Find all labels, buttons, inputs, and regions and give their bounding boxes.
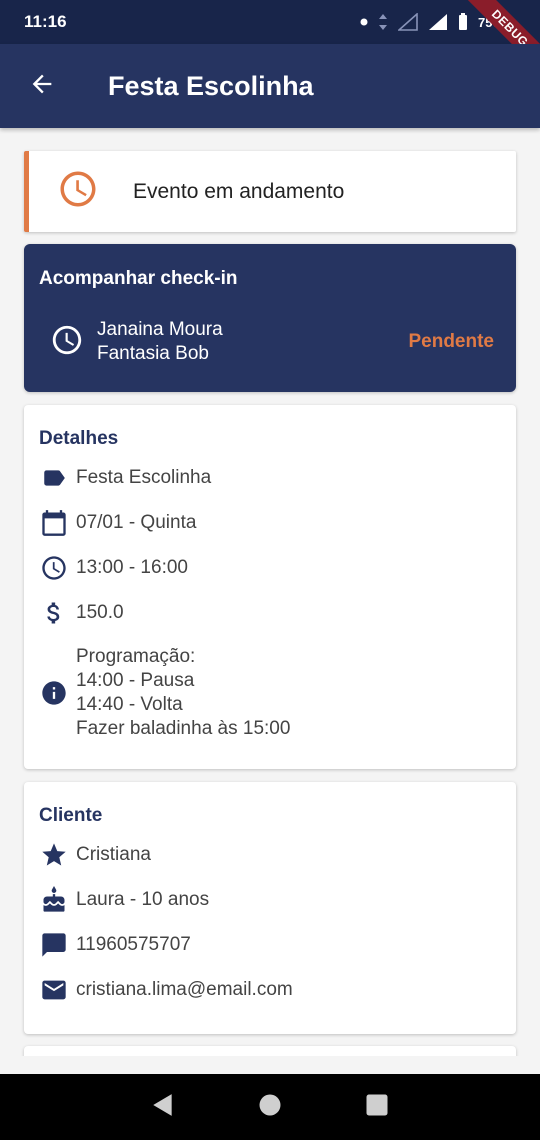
detail-row-notes: Programação: 14:00 - Pausa 14:40 - Volta… xyxy=(39,645,290,741)
square-recents-icon xyxy=(365,1093,389,1122)
client-name: Cristiana xyxy=(76,844,151,865)
triangle-back-icon xyxy=(150,1092,176,1123)
event-status-card: Evento em andamento xyxy=(24,151,516,232)
label-icon xyxy=(39,463,69,493)
event-notes: Programação: 14:00 - Pausa 14:40 - Volta… xyxy=(76,646,291,739)
page-title: Festa Escolinha xyxy=(108,70,314,101)
event-date: 07/01 - Quinta xyxy=(76,512,197,533)
details-title: Detalhes xyxy=(39,428,119,449)
detail-row-name: Festa Escolinha xyxy=(39,463,211,493)
event-time: 13:00 - 16:00 xyxy=(76,557,188,578)
nav-home-button[interactable] xyxy=(250,1087,290,1127)
chat-icon xyxy=(39,930,69,960)
partial-card xyxy=(24,1046,516,1056)
details-card: Detalhes Festa Escolinha 07/01 - Quinta … xyxy=(24,405,516,769)
client-title: Cliente xyxy=(39,805,103,826)
signal-icon xyxy=(428,13,448,31)
birthday-child: Laura - 10 anos xyxy=(76,889,210,910)
clock-icon xyxy=(57,168,99,215)
client-card: Cliente Cristiana Laura - 10 anos 119605… xyxy=(24,782,516,1034)
notification-dot-icon xyxy=(360,18,368,26)
arrow-back-icon xyxy=(28,70,56,103)
app-bar: Festa Escolinha xyxy=(0,44,540,128)
status-bar: 11:16 75% xyxy=(0,0,540,44)
checkin-costume: Fantasia Bob xyxy=(97,343,209,364)
event-status-text: Evento em andamento xyxy=(133,179,345,203)
clock-icon xyxy=(50,323,84,362)
event-price: 150.0 xyxy=(76,602,124,623)
detail-row-date: 07/01 - Quinta xyxy=(39,508,196,538)
client-row-phone: 11960575707 xyxy=(39,930,191,960)
signal-empty-icon xyxy=(397,13,418,31)
clock-icon xyxy=(39,553,69,583)
client-row-birthday: Laura - 10 anos xyxy=(39,885,209,915)
dollar-icon xyxy=(39,598,69,628)
status-time: 11:16 xyxy=(24,12,67,31)
client-row-name: Cristiana xyxy=(39,840,151,870)
system-nav-bar xyxy=(0,1074,540,1140)
scroll-content[interactable]: Evento em andamento Acompanhar check-in … xyxy=(0,128,540,1056)
client-row-email: cristiana.lima@email.com xyxy=(39,975,293,1005)
detail-row-time: 13:00 - 16:00 xyxy=(39,553,188,583)
cake-icon xyxy=(39,885,69,915)
checkin-name: Janaina Moura xyxy=(97,319,223,340)
detail-row-price: 150.0 xyxy=(39,598,124,628)
battery-icon xyxy=(458,13,468,31)
client-phone: 11960575707 xyxy=(76,934,191,955)
data-arrows-icon xyxy=(378,13,388,31)
checkin-title: Acompanhar check-in xyxy=(39,268,238,289)
calendar-icon xyxy=(39,508,69,538)
nav-back-button[interactable] xyxy=(143,1087,183,1127)
email-icon xyxy=(39,975,69,1005)
checkin-status-badge: Pendente xyxy=(408,331,494,352)
event-name: Festa Escolinha xyxy=(76,467,212,488)
client-email: cristiana.lima@email.com xyxy=(76,979,293,1000)
back-button[interactable] xyxy=(0,44,84,128)
nav-recents-button[interactable] xyxy=(357,1087,397,1127)
info-icon xyxy=(39,678,69,708)
checkin-item[interactable]: Janaina Moura Fantasia Bob Pendente xyxy=(24,316,516,368)
circle-home-icon xyxy=(258,1093,282,1122)
star-icon xyxy=(39,840,69,870)
status-icons: 75% xyxy=(360,13,504,31)
checkin-card[interactable]: Acompanhar check-in Janaina Moura Fantas… xyxy=(24,244,516,392)
